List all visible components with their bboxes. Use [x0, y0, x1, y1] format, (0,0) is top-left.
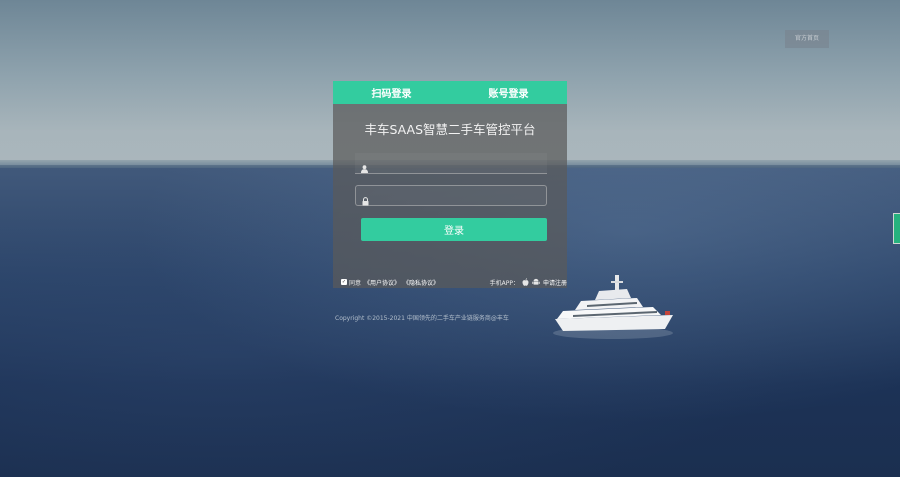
login-tabs: 扫码登录 账号登录 — [333, 81, 567, 104]
apple-icon[interactable] — [522, 278, 529, 286]
apply-register-link[interactable]: 申请注册 — [543, 278, 567, 287]
login-button[interactable]: 登录 — [361, 218, 547, 241]
app-download-group: 手机APP： 申请注册 — [490, 278, 567, 287]
user-agreement-link[interactable]: 《用户协议》 — [364, 278, 400, 287]
password-input[interactable] — [374, 188, 546, 205]
agree-checkbox[interactable]: ✓ — [341, 279, 347, 285]
tab-account-login[interactable]: 账号登录 — [450, 81, 567, 104]
android-icon[interactable] — [532, 278, 540, 286]
check-icon: ✓ — [341, 279, 347, 285]
platform-title: 丰车SAAS智慧二手车管控平台 — [364, 122, 536, 137]
lock-icon — [362, 191, 369, 210]
official-home-button[interactable]: 官方首页 — [785, 30, 829, 48]
copyright-text: Copyright ©2015-2021 中国领先的二手车产业链服务商@丰车 — [335, 315, 509, 322]
password-field — [355, 185, 547, 206]
login-footer-row: ✓ 同意 《用户协议》 《隐私协议》 手机APP： 申请注册 — [341, 277, 567, 287]
tab-qrcode-login[interactable]: 扫码登录 — [333, 81, 450, 104]
privacy-policy-link[interactable]: 《隐私协议》 — [403, 278, 439, 287]
username-field — [355, 153, 547, 174]
user-icon — [361, 158, 368, 177]
yacht-image — [553, 275, 673, 339]
mobile-app-label: 手机APP： — [489, 279, 519, 287]
login-panel: 扫码登录 账号登录 丰车SAAS智慧二手车管控平台 登录 ✓ 同意 《用户协议》… — [333, 81, 567, 288]
side-floating-widget[interactable] — [893, 213, 900, 244]
username-input[interactable] — [373, 155, 545, 172]
agree-label: 同意 — [349, 279, 362, 287]
